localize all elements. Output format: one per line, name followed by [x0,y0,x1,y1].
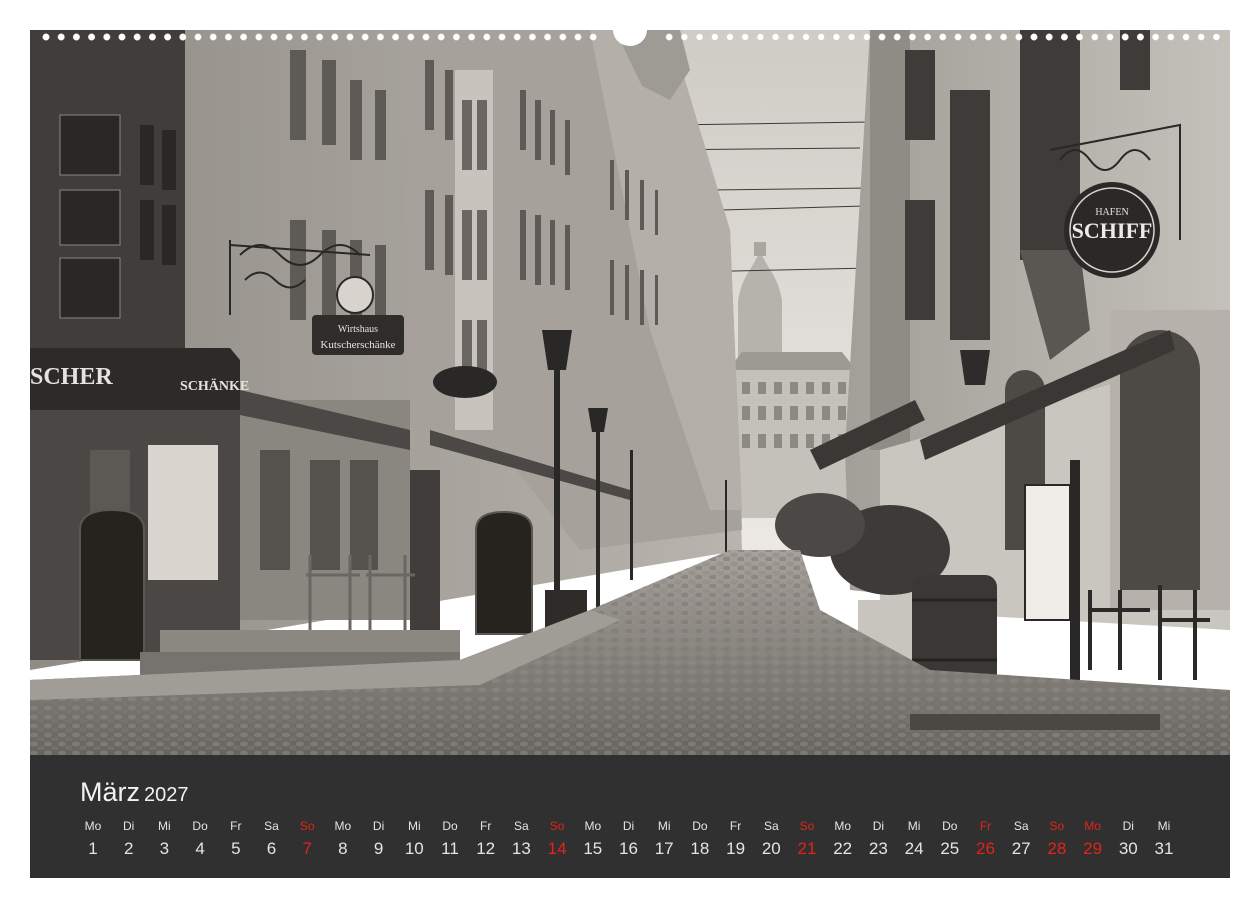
weekday-label: Sa [514,819,529,833]
shop-sign-left-text: SCHER [30,364,113,390]
street-photo: SCHER SCHÄNKE Wirtshaus Kutscherschänke [30,30,1230,755]
weekday-label: So [799,819,815,833]
day-number: 25 [940,839,960,858]
weekday-label: Mi [407,819,421,833]
day-number: 14 [547,839,567,858]
weekday-label: Sa [763,819,779,833]
year: 2027 [144,784,189,806]
weekday-label: Mo [84,819,102,833]
weekday-label: Di [872,819,885,833]
day-number: 31 [1154,839,1174,858]
weekday-label: Mo [1084,819,1101,833]
day-number: 19 [726,839,746,858]
weekday-label: Di [372,819,385,833]
weekday-label: So [1049,819,1065,833]
weekday-label: Sa [1013,819,1029,833]
weekday-label: Fr [230,819,242,833]
hanging-sign-name: Wirtshaus [338,324,378,335]
day-number: 17 [654,839,674,858]
weekday-label: Do [942,819,958,833]
weekday-label: Sa [264,819,279,833]
day-number: 20 [761,839,781,858]
shop-sign-right-text: SCHÄNKE [180,378,249,394]
month-title: März 2027 [80,777,189,808]
day-number: 8 [338,839,348,858]
month-name: März [80,777,140,807]
weekday-label: Mi [1157,819,1171,833]
day-number: 6 [266,839,277,858]
day-number: 15 [583,839,603,858]
hanging-sign-name2: Kutscherschänke [320,339,395,351]
day-number: 29 [1083,839,1103,858]
weekday-label: Mo [584,819,602,833]
day-number: 13 [511,839,531,858]
day-number: 23 [868,839,888,858]
pub-sign-main: SCHIFF [1072,218,1153,243]
weekday-label: Mo [834,819,852,833]
weekday-label: Di [1122,819,1134,833]
pub-sign-top: HAFEN [1095,207,1128,218]
day-number: 30 [1118,839,1138,858]
day-number: 4 [195,839,205,858]
weekday-label: Do [192,819,208,833]
day-number: 3 [159,839,170,858]
day-number: 1 [88,839,98,858]
weekday-label: Di [622,819,635,833]
weekday-label: Do [442,819,458,833]
day-number: 21 [797,839,817,858]
day-number: 28 [1047,839,1067,858]
weekday-label: Fr [480,819,492,833]
day-number: 10 [404,839,424,858]
weekday-label: So [299,819,315,833]
day-number: 16 [619,839,638,858]
day-number: 27 [1011,839,1031,858]
calendar-band: März 2027 Mo 1 Di 2 Mi 3 Do 4 Fr 5 Sa 6 So 7 Mo 8 Di 9 Mi 10… [30,755,1230,878]
day-number: 5 [231,839,241,858]
day-number: 11 [441,839,459,858]
day-number: 7 [302,839,312,858]
weekday-label: Mi [657,819,671,833]
weekday-label: Fr [729,819,742,833]
day-number: 18 [690,839,710,858]
weekday-label: Do [692,819,708,833]
day-number: 24 [904,839,924,858]
day-number: 26 [976,839,995,858]
weekday-label: Di [123,819,135,833]
weekday-label: So [549,819,565,833]
day-number: 22 [833,839,853,858]
day-number: 2 [123,839,134,858]
day-number: 9 [373,839,384,858]
weekday-label: Fr [979,819,992,833]
weekday-label: Mo [334,819,352,833]
weekday-label: Mi [158,819,171,833]
day-number: 12 [476,839,496,858]
weekday-label: Mi [907,819,921,833]
